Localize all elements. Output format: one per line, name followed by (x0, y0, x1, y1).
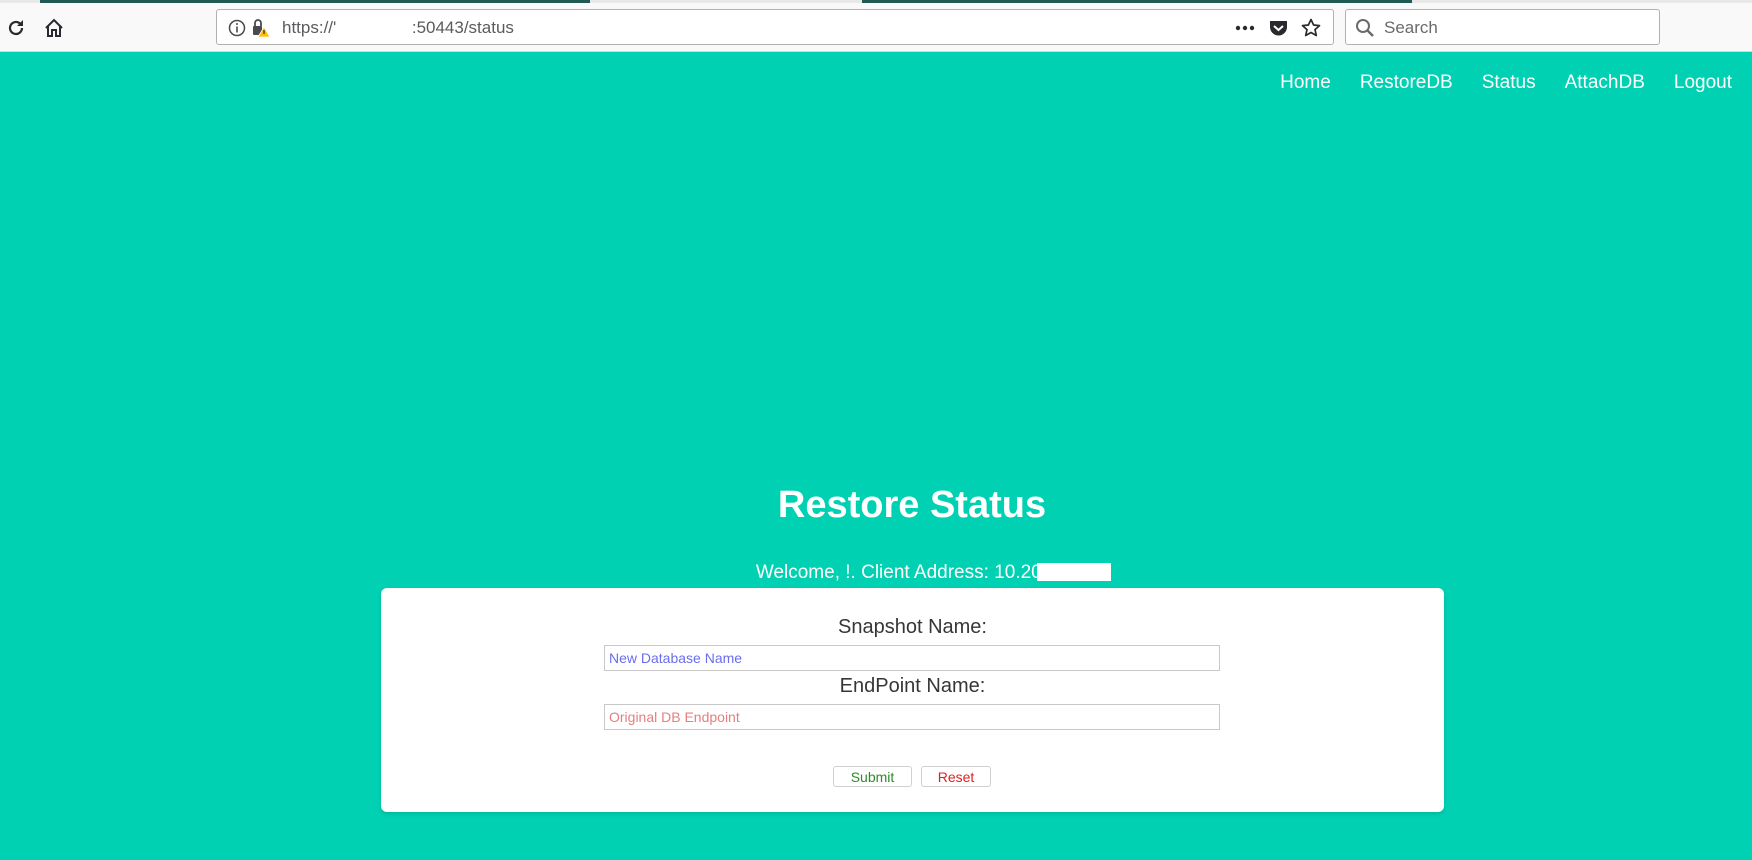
pocket-icon[interactable] (1268, 18, 1288, 38)
reload-icon[interactable] (3, 15, 29, 41)
nav-home[interactable]: Home (1280, 72, 1331, 94)
welcome-message: Welcome, !. Client Address: 10.200.2 (755, 562, 1069, 583)
more-actions-icon[interactable] (1235, 18, 1255, 38)
home-icon[interactable] (41, 15, 67, 41)
info-icon[interactable] (227, 18, 247, 38)
bookmark-star-icon[interactable] (1301, 18, 1321, 38)
submit-button[interactable]: Submit (833, 766, 912, 787)
restore-form-card: Snapshot Name: EndPoint Name: Submit Res… (381, 588, 1444, 812)
browser-toolbar: https://' :50443/status Search (0, 3, 1752, 52)
endpoint-name-input[interactable] (604, 704, 1220, 730)
browser-search-box[interactable]: Search (1345, 9, 1660, 45)
url-bar[interactable]: https://' :50443/status (216, 9, 1334, 45)
search-placeholder[interactable]: Search (1384, 18, 1438, 38)
endpoint-name-label: EndPoint Name: (839, 675, 986, 697)
redaction-block (1037, 563, 1111, 581)
nav-attachdb[interactable]: AttachDB (1565, 72, 1645, 94)
snapshot-name-label: Snapshot Name: (838, 616, 987, 638)
nav-logout[interactable]: Logout (1674, 72, 1732, 94)
search-icon (1355, 18, 1375, 38)
nav-status[interactable]: Status (1482, 72, 1536, 94)
insecure-lock-icon[interactable] (250, 18, 270, 38)
main-nav: Home RestoreDB Status AttachDB Logout (1280, 72, 1732, 94)
reset-button[interactable]: Reset (921, 766, 991, 787)
url-text[interactable]: https://' :50443/status (282, 18, 514, 38)
snapshot-name-input[interactable] (604, 645, 1220, 671)
nav-restoredb[interactable]: RestoreDB (1360, 72, 1453, 94)
page-title: Restore Status (777, 484, 1047, 526)
